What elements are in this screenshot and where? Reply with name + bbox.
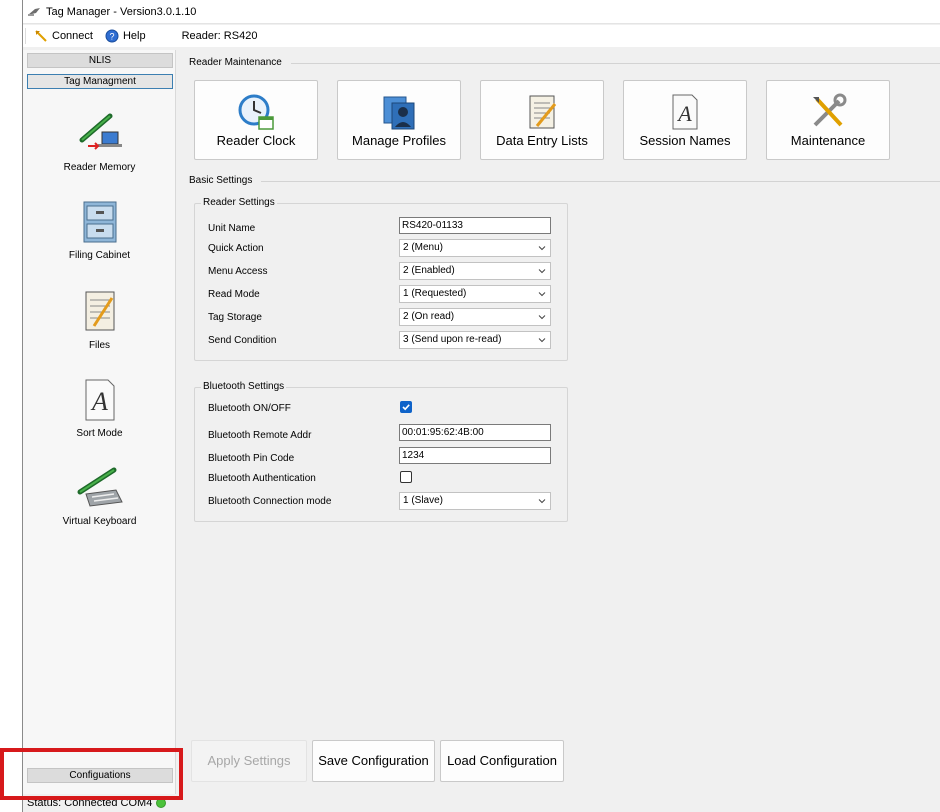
read-mode-select[interactable]: 1 (Requested) xyxy=(399,285,551,303)
main-content: Reader Maintenance Reader Clock Manage P… xyxy=(181,50,940,735)
select-value: 1 (Requested) xyxy=(403,288,467,299)
app-window: Tag Manager - Version3.0.1.10 Connect ? … xyxy=(22,0,940,812)
nav-item-filing-cabinet[interactable]: Filing Cabinet xyxy=(33,198,166,278)
reader-settings-title: Reader Settings xyxy=(201,197,277,208)
bluetooth-settings-title: Bluetooth Settings xyxy=(201,381,287,392)
sort-mode-icon: A xyxy=(85,379,114,421)
send-condition-label: Send Condition xyxy=(208,335,277,346)
nlis-header[interactable]: NLIS xyxy=(27,53,173,68)
session-names-icon: A xyxy=(672,94,698,130)
nav-item-reader-memory[interactable]: Reader Memory xyxy=(33,110,166,190)
session-names-button[interactable]: A Session Names xyxy=(623,80,747,160)
unit-name-field[interactable]: RS420-01133 xyxy=(399,217,551,234)
tag-storage-label: Tag Storage xyxy=(208,312,262,323)
navigation-panel: NLIS Tag Managment Reader Memory Filing xyxy=(23,50,176,794)
tag-storage-select[interactable]: 2 (On read) xyxy=(399,308,551,326)
manage-profiles-label: Manage Profiles xyxy=(352,133,446,148)
clock-icon xyxy=(238,94,274,130)
checkmark-icon xyxy=(402,404,410,411)
help-icon: ? xyxy=(105,29,119,43)
chevron-down-icon xyxy=(538,315,546,320)
bluetooth-authentication-checkbox[interactable] xyxy=(400,471,412,483)
files-icon xyxy=(85,291,114,331)
quick-action-select[interactable]: 2 (Menu) xyxy=(399,239,551,257)
highlight-box xyxy=(0,748,183,800)
unit-name-label: Unit Name xyxy=(208,223,256,234)
select-value: 2 (Menu) xyxy=(403,242,444,253)
tools-icon xyxy=(813,93,847,127)
chevron-down-icon xyxy=(538,269,546,274)
toolbar: Connect ? Help Reader: RS420 xyxy=(23,25,940,47)
save-configuration-button[interactable]: Save Configuration xyxy=(312,740,435,782)
nav-item-label: Sort Mode xyxy=(76,428,123,439)
help-button[interactable]: ? Help xyxy=(99,26,152,46)
bluetooth-remote-addr-label: Bluetooth Remote Addr xyxy=(208,430,312,441)
manage-profiles-button[interactable]: Manage Profiles xyxy=(337,80,461,160)
nav-item-label: Reader Memory xyxy=(63,162,136,173)
nav-item-virtual-keyboard[interactable]: Virtual Keyboard xyxy=(33,464,166,544)
section-divider xyxy=(291,63,940,64)
svg-text:A: A xyxy=(90,387,108,416)
reader-memory-icon xyxy=(79,113,122,150)
bluetooth-connection-mode-label: Bluetooth Connection mode xyxy=(208,496,332,507)
data-entry-lists-button[interactable]: Data Entry Lists xyxy=(480,80,604,160)
maintenance-label: Maintenance xyxy=(790,133,866,148)
reader-settings-group: Reader Settings Unit Name RS420-01133 Qu… xyxy=(194,197,568,361)
select-value: 1 (Slave) xyxy=(403,495,444,506)
profiles-icon xyxy=(383,96,415,130)
apply-settings-button[interactable]: Apply Settings xyxy=(191,740,307,782)
bluetooth-authentication-label: Bluetooth Authentication xyxy=(208,473,316,484)
basic-settings-title: Basic Settings xyxy=(189,175,253,186)
bluetooth-onoff-checkbox[interactable] xyxy=(400,401,412,413)
chevron-down-icon xyxy=(538,246,546,251)
quick-action-label: Quick Action xyxy=(208,243,264,254)
chevron-down-icon xyxy=(538,499,546,504)
data-entry-icon xyxy=(529,95,557,129)
nav-item-files[interactable]: Files xyxy=(33,288,166,368)
title-bar: Tag Manager - Version3.0.1.10 xyxy=(23,0,940,24)
chevron-down-icon xyxy=(538,292,546,297)
read-mode-label: Read Mode xyxy=(208,289,260,300)
reader-clock-label: Reader Clock xyxy=(216,133,296,148)
window-title: Tag Manager - Version3.0.1.10 xyxy=(46,5,197,18)
reader-clock-button[interactable]: Reader Clock xyxy=(194,80,318,160)
bluetooth-remote-addr-field[interactable]: 00:01:95:62:4B:00 xyxy=(399,424,551,441)
connect-button[interactable]: Connect xyxy=(28,26,99,46)
svg-text:?: ? xyxy=(109,32,114,42)
menu-access-label: Menu Access xyxy=(208,266,268,277)
bluetooth-pin-code-field[interactable]: 1234 xyxy=(399,447,551,464)
toolbar-grip xyxy=(25,28,26,44)
virtual-keyboard-icon xyxy=(77,467,123,507)
nav-item-label: Files xyxy=(88,340,111,351)
svg-text:A: A xyxy=(676,101,692,126)
help-label: Help xyxy=(122,30,146,42)
send-condition-select[interactable]: 3 (Send upon re-read) xyxy=(399,331,551,349)
maintenance-button[interactable]: Maintenance xyxy=(766,80,890,160)
bluetooth-connection-mode-select[interactable]: 1 (Slave) xyxy=(399,492,551,510)
nav-item-sort-mode[interactable]: A Sort Mode xyxy=(33,376,166,456)
app-icon xyxy=(28,7,40,16)
session-names-label: Session Names xyxy=(639,133,731,148)
select-value: 2 (Enabled) xyxy=(403,265,455,276)
menu-access-select[interactable]: 2 (Enabled) xyxy=(399,262,551,280)
connect-icon xyxy=(35,30,47,42)
nav-item-label: Filing Cabinet xyxy=(68,250,131,261)
select-value: 3 (Send upon re-read) xyxy=(403,334,502,345)
tag-management-header[interactable]: Tag Managment xyxy=(27,74,173,89)
chevron-down-icon xyxy=(538,338,546,343)
bluetooth-onoff-label: Bluetooth ON/OFF xyxy=(208,403,291,414)
load-configuration-button[interactable]: Load Configuration xyxy=(440,740,564,782)
bluetooth-settings-group: Bluetooth Settings Bluetooth ON/OFF Blue… xyxy=(194,381,568,522)
action-bar: Apply Settings Save Configuration Load C… xyxy=(181,736,940,794)
bluetooth-pin-code-label: Bluetooth Pin Code xyxy=(208,453,295,464)
reader-maintenance-title: Reader Maintenance xyxy=(189,57,282,68)
reader-label: Reader: RS420 xyxy=(181,30,258,42)
connect-label: Connect xyxy=(52,30,93,42)
data-entry-lists-label: Data Entry Lists xyxy=(496,133,588,148)
filing-cabinet-icon xyxy=(83,201,116,243)
section-divider xyxy=(261,181,940,182)
select-value: 2 (On read) xyxy=(403,311,455,322)
nav-item-label: Virtual Keyboard xyxy=(62,516,137,527)
